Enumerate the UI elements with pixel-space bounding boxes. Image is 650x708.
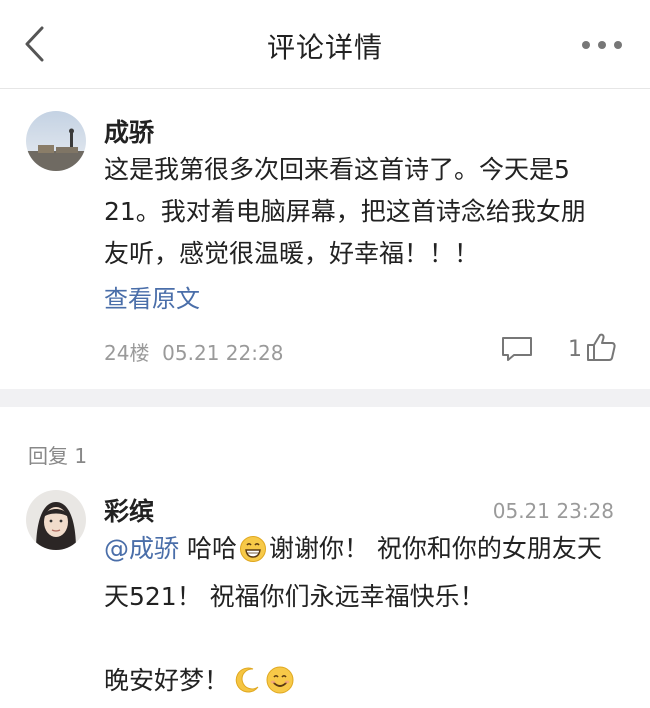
comment-text: 这是我第很多次回来看这首诗了。今天是5 21。我对着电脑屏幕，把这首诗念给我女朋… (104, 149, 624, 275)
reply-line: 天521！ 祝福你们永远幸福快乐！ (104, 582, 485, 611)
page-title: 评论详情 (266, 31, 383, 64)
comment-line: 21。我对着电脑屏幕，把这首诗念给我女朋 (104, 197, 586, 226)
crescent-moon-emoji-icon (231, 665, 261, 708)
more-button[interactable] (580, 30, 624, 60)
comment-meta: 24楼 05.21 22:28 (104, 341, 284, 365)
comment-line: 这是我第很多次回来看这首诗了。今天是5 (104, 155, 570, 184)
smiling-emoji-icon (265, 665, 295, 708)
comment-line: 友听，感觉很温暖，好幸福！！！ (104, 239, 480, 268)
reply-username[interactable]: 彩缤 (104, 492, 154, 528)
reply-text-part: 哈哈 (179, 534, 237, 563)
avatar[interactable] (26, 111, 86, 171)
reply-button[interactable] (500, 335, 534, 363)
reply-text: @成骄 哈哈 谢谢你！ 祝你和你的女朋友天 天521！ 祝福你们永远幸福快乐！ 晚… (104, 528, 624, 708)
reply-line: 晚安好梦！ (104, 660, 624, 708)
avatar-image (26, 111, 86, 171)
reply-avatar[interactable] (26, 490, 86, 550)
main-comment: 成骄 这是我第很多次回来看这首诗了。今天是5 21。我对着电脑屏幕，把这首诗念给… (0, 89, 650, 389)
ellipsis-icon (582, 41, 622, 49)
nav-bar: 评论详情 (0, 0, 650, 89)
reply-text-part: 晚安好梦！ (104, 666, 230, 695)
avatar-image (26, 490, 86, 550)
grinning-emoji-icon (239, 534, 267, 576)
view-original-link[interactable]: 查看原文 (104, 279, 200, 314)
comment-username[interactable]: 成骄 (104, 113, 154, 149)
comment-icon (502, 337, 532, 361)
reply-text-part: 谢谢你！ 祝你和你的女朋友天 (268, 534, 602, 563)
reply-line: @成骄 哈哈 谢谢你！ 祝你和你的女朋友天 (104, 528, 624, 576)
reply-timestamp: 05.21 23:28 (492, 499, 614, 523)
thumbs-up-icon (587, 333, 616, 361)
like-count: 1 (568, 337, 582, 362)
reply-blank-line (104, 618, 624, 660)
replies-count-label: 回复 1 (28, 444, 88, 468)
section-divider (0, 389, 650, 407)
like-button[interactable] (585, 331, 617, 363)
mention-link[interactable]: @成骄 (104, 534, 179, 563)
